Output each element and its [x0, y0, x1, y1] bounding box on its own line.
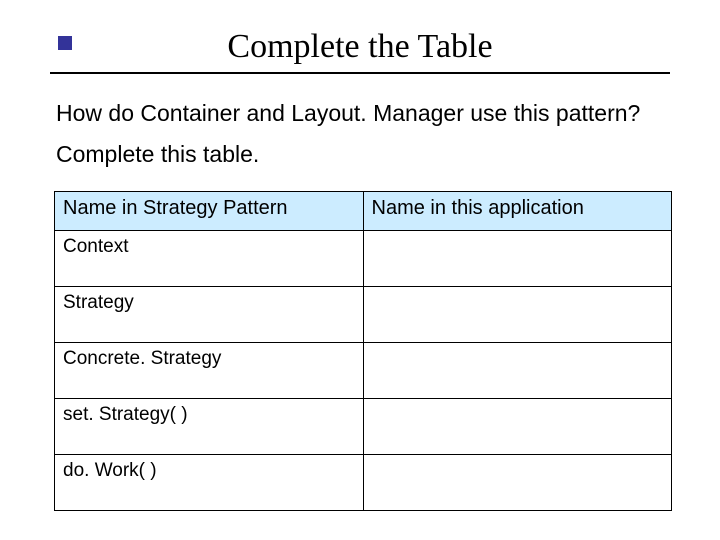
cell-application[interactable]	[363, 343, 672, 399]
cell-application[interactable]	[363, 455, 672, 511]
cell-pattern: Strategy	[55, 287, 364, 343]
header-pattern: Name in Strategy Pattern	[55, 192, 364, 231]
table-row: Context	[55, 231, 672, 287]
cell-pattern: Context	[55, 231, 364, 287]
slide: { "title": "Complete the Table", "body":…	[0, 0, 720, 540]
cell-application[interactable]	[363, 231, 672, 287]
table-row: Strategy	[55, 287, 672, 343]
header-application: Name in this application	[363, 192, 672, 231]
title-area: Complete the Table	[0, 28, 720, 74]
cell-pattern: Concrete. Strategy	[55, 343, 364, 399]
table-row: set. Strategy( )	[55, 399, 672, 455]
cell-application[interactable]	[363, 287, 672, 343]
table-row: Concrete. Strategy	[55, 343, 672, 399]
table-header-row: Name in Strategy Pattern Name in this ap…	[55, 192, 672, 231]
body-line-2: Complete this table.	[56, 141, 666, 168]
slide-title: Complete the Table	[221, 28, 498, 72]
title-underline	[50, 72, 670, 74]
cell-pattern: do. Work( )	[55, 455, 364, 511]
cell-pattern: set. Strategy( )	[55, 399, 364, 455]
body-line-1: How do Container and Layout. Manager use…	[56, 100, 666, 127]
table-row: do. Work( )	[55, 455, 672, 511]
strategy-table: Name in Strategy Pattern Name in this ap…	[54, 191, 672, 511]
body-text: How do Container and Layout. Manager use…	[56, 100, 666, 182]
cell-application[interactable]	[363, 399, 672, 455]
